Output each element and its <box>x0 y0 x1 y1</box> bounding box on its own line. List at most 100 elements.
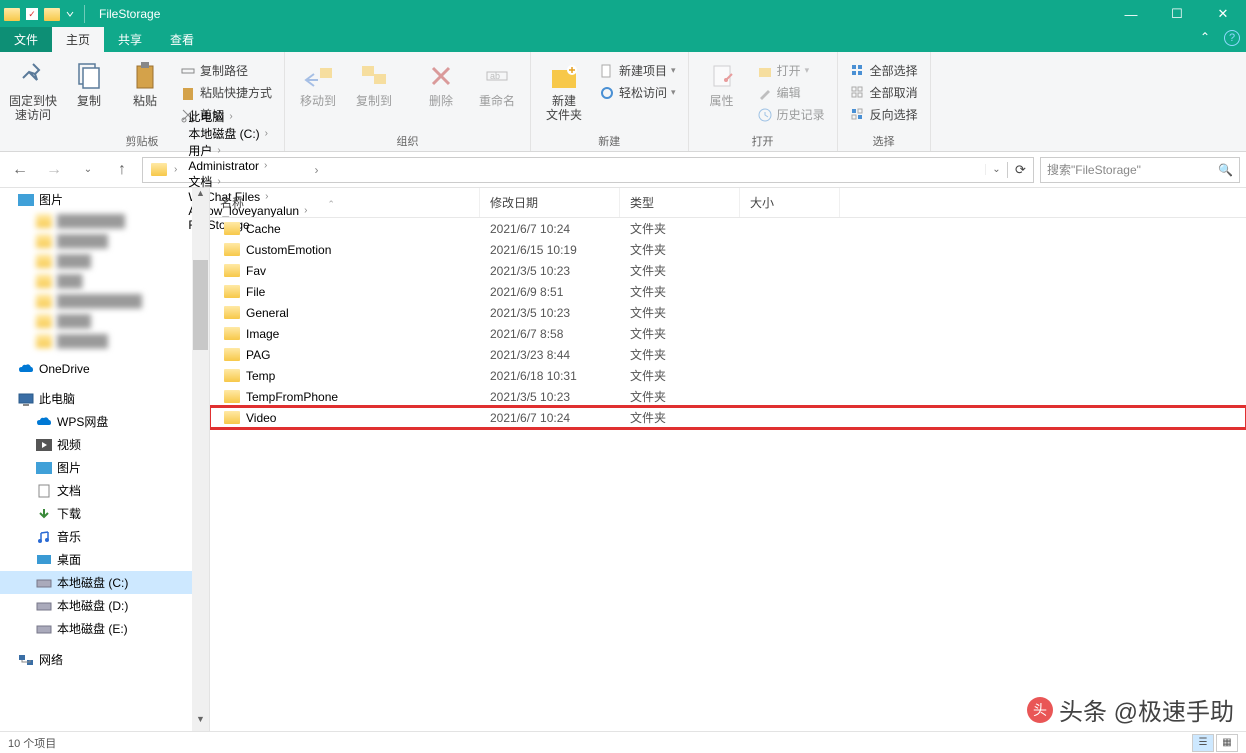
moveto-button[interactable]: 移动到 <box>293 56 343 108</box>
col-name[interactable]: 名称 ⌃ <box>210 188 480 217</box>
history-button[interactable]: 历史记录 <box>753 104 829 125</box>
recent-dropdown[interactable]: ⌄ <box>74 156 102 184</box>
edit-button[interactable]: 编辑 <box>753 82 829 103</box>
tree-desktop[interactable]: 桌面 <box>0 548 192 571</box>
search-input[interactable]: 搜索"FileStorage" 🔍 <box>1040 157 1240 183</box>
table-row[interactable]: File2021/6/9 8:51文件夹 <box>210 281 1246 302</box>
newitem-button[interactable]: 新建项目 ▾ <box>595 60 680 81</box>
folder-icon <box>224 390 240 403</box>
copyto-icon <box>358 60 390 92</box>
group-label-open: 打开 <box>752 131 774 149</box>
table-row[interactable]: TempFromPhone2021/3/5 10:23文件夹 <box>210 386 1246 407</box>
video-icon <box>36 438 52 452</box>
ribbon-tabs: 文件 主页 共享 查看 ⌃ ? <box>0 28 1246 52</box>
tree-scrollbar[interactable]: ▲▼ <box>192 188 209 731</box>
minimize-button[interactable]: — <box>1108 0 1154 28</box>
copyto-button[interactable]: 复制到 <box>349 56 399 108</box>
pc-icon <box>18 392 34 406</box>
newitem-icon <box>599 63 615 79</box>
ribbon-collapse-icon[interactable]: ⌃ <box>1196 30 1214 46</box>
group-label-clipboard: 剪贴板 <box>126 131 159 149</box>
delete-icon <box>425 60 457 92</box>
tree-docs[interactable]: 文档 <box>0 479 192 502</box>
help-icon[interactable]: ? <box>1224 30 1240 46</box>
navigation-tree[interactable]: 图片 ████████ ██████ ████ ███ ██████████ █… <box>0 188 210 731</box>
tree-blurred-item[interactable]: ███ <box>0 271 192 291</box>
col-size[interactable]: 大小 <box>740 188 840 217</box>
open-button[interactable]: 打开 ▾ <box>753 60 829 81</box>
tree-downloads[interactable]: 下载 <box>0 502 192 525</box>
tree-blurred-item[interactable]: ██████ <box>0 231 192 251</box>
tree-videos[interactable]: 视频 <box>0 433 192 456</box>
breadcrumb-segment[interactable]: 文档› <box>184 173 314 190</box>
qat-check-icon[interactable]: ✓ <box>26 8 38 20</box>
table-row[interactable]: Video2021/6/7 10:24文件夹 <box>210 407 1246 428</box>
tree-blurred-item[interactable]: ██████████ <box>0 291 192 311</box>
table-row[interactable]: Fav2021/3/5 10:23文件夹 <box>210 260 1246 281</box>
open-icon <box>757 63 773 79</box>
tree-diske[interactable]: 本地磁盘 (E:) <box>0 617 192 640</box>
invert-selection-button[interactable]: 反向选择 <box>846 104 922 125</box>
maximize-button[interactable]: ☐ <box>1154 0 1200 28</box>
breadcrumb-segment[interactable]: 本地磁盘 (C:)› <box>184 125 314 142</box>
tree-blurred-item[interactable]: ██████ <box>0 331 192 351</box>
tree-diskc[interactable]: 本地磁盘 (C:) <box>0 571 192 594</box>
paste-button[interactable]: 粘贴 <box>120 56 170 108</box>
rename-button[interactable]: ab重命名 <box>472 56 522 108</box>
delete-button[interactable]: 删除 <box>416 56 466 108</box>
tree-thispc[interactable]: 此电脑 <box>0 387 192 410</box>
breadcrumb-segment[interactable]: 此电脑› <box>184 108 314 125</box>
col-date[interactable]: 修改日期 <box>480 188 620 217</box>
group-label-select: 选择 <box>873 131 895 149</box>
tree-pictures[interactable]: 图片 <box>0 188 192 211</box>
table-row[interactable]: Temp2021/6/18 10:31文件夹 <box>210 365 1246 386</box>
tree-music[interactable]: 音乐 <box>0 525 192 548</box>
statusbar: 10 个项目 ☰ ▦ <box>0 731 1246 753</box>
table-row[interactable]: Image2021/6/7 8:58文件夹 <box>210 323 1246 344</box>
breadcrumb-segment[interactable]: Administrator› <box>184 159 314 173</box>
tab-file[interactable]: 文件 <box>0 27 52 52</box>
copy-button[interactable]: 复制 <box>64 56 114 108</box>
table-row[interactable]: CustomEmotion2021/6/15 10:19文件夹 <box>210 239 1246 260</box>
tree-blurred-item[interactable]: ████ <box>0 251 192 271</box>
tree-wps[interactable]: WPS网盘 <box>0 410 192 433</box>
qat-folder-icon[interactable] <box>44 8 60 21</box>
select-none-button[interactable]: 全部取消 <box>846 82 922 103</box>
breadcrumb[interactable]: › 此电脑›本地磁盘 (C:)›用户›Administrator›文档›WeCh… <box>142 157 1034 183</box>
tab-home[interactable]: 主页 <box>52 27 104 52</box>
back-button[interactable]: ← <box>6 156 34 184</box>
table-row[interactable]: General2021/3/5 10:23文件夹 <box>210 302 1246 323</box>
easyaccess-button[interactable]: 轻松访问 ▾ <box>595 82 680 103</box>
tree-onedrive[interactable]: OneDrive <box>0 359 192 379</box>
select-all-button[interactable]: 全部选择 <box>846 60 922 81</box>
paste-shortcut-button[interactable]: 粘贴快捷方式 <box>176 82 276 103</box>
tab-view[interactable]: 查看 <box>156 27 208 52</box>
qat-dropdown-icon[interactable] <box>66 10 74 18</box>
table-row[interactable]: Cache2021/6/7 10:24文件夹 <box>210 218 1246 239</box>
tree-blurred-item[interactable]: ████████ <box>0 211 192 231</box>
tree-pics2[interactable]: 图片 <box>0 456 192 479</box>
breadcrumb-segment[interactable]: 用户› <box>184 142 314 159</box>
pin-to-quick-access-button[interactable]: 固定到快 速访问 <box>8 56 58 123</box>
quick-access-toolbar: ✓ <box>0 5 89 23</box>
path-icon <box>180 63 196 79</box>
group-label-new: 新建 <box>598 131 620 149</box>
tab-share[interactable]: 共享 <box>104 27 156 52</box>
newfolder-button[interactable]: 新建 文件夹 <box>539 56 589 123</box>
refresh-button[interactable]: ⟳ <box>1007 162 1033 178</box>
details-view-button[interactable]: ☰ <box>1192 734 1214 752</box>
table-row[interactable]: PAG2021/3/23 8:44文件夹 <box>210 344 1246 365</box>
icons-view-button[interactable]: ▦ <box>1216 734 1238 752</box>
address-dropdown-icon[interactable]: ⌄ <box>985 164 1007 175</box>
properties-button[interactable]: 属性 <box>697 56 747 108</box>
col-type[interactable]: 类型 <box>620 188 740 217</box>
download-icon <box>36 507 52 521</box>
forward-button[interactable]: → <box>40 156 68 184</box>
newfolder-icon <box>548 60 580 92</box>
close-button[interactable]: ✕ <box>1200 0 1246 28</box>
up-button[interactable]: ↑ <box>108 156 136 184</box>
tree-diskd[interactable]: 本地磁盘 (D:) <box>0 594 192 617</box>
tree-blurred-item[interactable]: ████ <box>0 311 192 331</box>
copy-path-button[interactable]: 复制路径 <box>176 60 276 81</box>
tree-network[interactable]: 网络 <box>0 648 192 671</box>
